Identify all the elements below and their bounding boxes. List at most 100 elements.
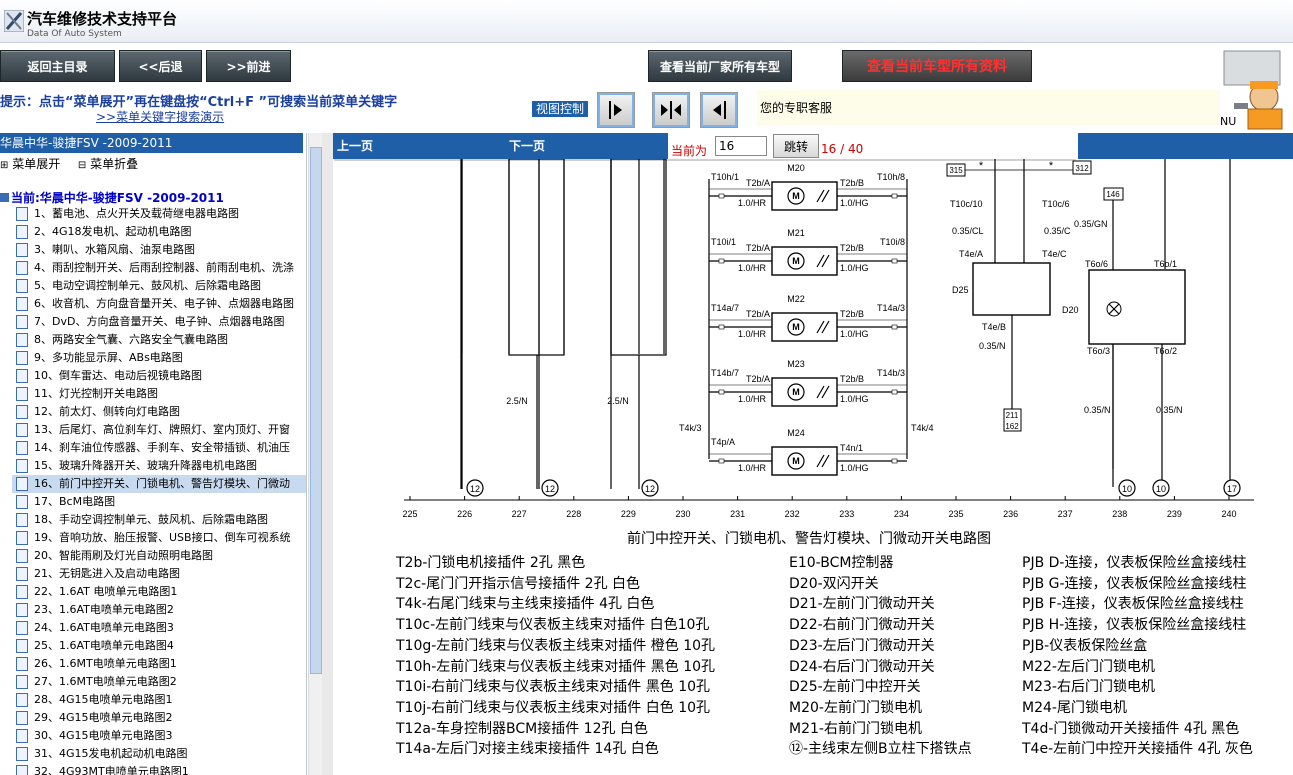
sidebar-item[interactable]: 23、1.6AT电喷单元电路图2 xyxy=(12,601,306,619)
all-models-button[interactable]: 查看当前厂家所有车型 xyxy=(648,50,792,82)
legend-entry: D20-双闪开关 xyxy=(789,575,879,592)
legend-entry: PJB G-连接，仪表板保险丝盒接线柱 xyxy=(1022,575,1247,592)
sidebar-item[interactable]: 15、玻璃升降器开关、玻璃升降器电机电路图 xyxy=(12,457,306,475)
view-control-label: 视图控制 xyxy=(532,101,589,117)
sidebar-item-label: 31、4G15发电机起动机电路图 xyxy=(34,747,188,760)
connector-label: T10c/6 xyxy=(1042,199,1070,209)
next-page-link[interactable]: 下一页 xyxy=(509,137,545,154)
document-icon xyxy=(16,729,28,743)
page-number-input[interactable] xyxy=(715,136,767,156)
wire-label: 1.0/HG xyxy=(840,463,869,473)
sidebar-item[interactable]: 7、DvD、方向盘音量开关、电子钟、点烟器电路图 xyxy=(12,313,306,331)
wire-box xyxy=(508,159,565,356)
connector-label: T14a/7 xyxy=(711,303,739,313)
sidebar-item[interactable]: 22、1.6AT 电喷单元电路图1 xyxy=(12,583,306,601)
sidebar-item[interactable]: 32、4G93MT电喷单元电路图1 xyxy=(12,763,306,775)
motor-symbol: M xyxy=(792,387,800,397)
jump-button[interactable]: 跳转 xyxy=(773,134,819,158)
all-data-button[interactable]: 查看当前车型所有资料 xyxy=(842,50,1032,82)
sidebar-item[interactable]: 17、BcM电路图 xyxy=(12,493,306,511)
sidebar-item[interactable]: 28、4G15电喷单元电路图1 xyxy=(12,691,306,709)
sidebar-item[interactable]: 24、1.6AT电喷单元电路图3 xyxy=(12,619,306,637)
sidebar-item[interactable]: 2、4G18发电机、起动机电路图 xyxy=(12,223,306,241)
search-demo-link[interactable]: >>菜单关键字搜索演示 xyxy=(96,108,224,125)
document-icon xyxy=(16,585,28,599)
sidebar-item[interactable]: 18、手动空调控制单元、鼓风机、后除霜电路图 xyxy=(12,511,306,529)
ground-label: 12 xyxy=(470,484,480,494)
content-left-gutter xyxy=(322,133,333,775)
sidebar-item[interactable]: 20、智能雨刷及灯光自动照明电路图 xyxy=(12,547,306,565)
sidebar-item[interactable]: 29、4G15电喷单元电路图2 xyxy=(12,709,306,727)
sidebar-item[interactable]: 30、4G15电喷单元电路图3 xyxy=(12,727,306,745)
legend-entry: PJB H-连接，仪表板保险丝盒接线柱 xyxy=(1022,617,1247,634)
document-icon xyxy=(16,333,28,347)
sidebar-item[interactable]: 14、刹车油位传感器、手刹车、安全带插锁、机油压 xyxy=(12,439,306,457)
document-icon xyxy=(16,459,28,473)
sidebar-item-label: 20、智能雨刷及灯光自动照明电路图 xyxy=(34,549,213,562)
sidebar-item[interactable]: 1、蓄电池、点火开关及载荷继电器电路图 xyxy=(12,205,306,223)
sidebar-item[interactable]: 25、1.6AT电喷单元电路图4 xyxy=(12,637,306,655)
sidebar-item[interactable]: 31、4G15发电机起动机电路图 xyxy=(12,745,306,763)
document-icon xyxy=(16,621,28,635)
legend-entry: T4k-右尾门线束与主线束接插件 4孔 白色 xyxy=(396,596,655,613)
document-icon xyxy=(16,387,28,401)
legend-entry: T14a-左后门对接主线束接插件 14孔 白色 xyxy=(396,741,659,758)
legend-entry: T2c-尾门门开指示信号接插件 2孔 白色 xyxy=(396,575,641,592)
current-page-label: 当前为 xyxy=(671,144,708,158)
legend-entry: PJB D-连接，仪表板保险丝盒接线柱 xyxy=(1022,555,1247,571)
sidebar-item[interactable]: 5、电动空调控制单元、鼓风机、后除霜电路图 xyxy=(12,277,306,295)
sidebar-item[interactable]: 10、倒车雷达、电动后视镜电路图 xyxy=(12,367,306,385)
column-number: 240 xyxy=(1221,509,1236,519)
view-right-button[interactable] xyxy=(597,92,635,128)
connector-label: 162 xyxy=(1005,422,1019,431)
sidebar-item[interactable]: 6、收音机、方向盘音量开关、电子钟、点烟器电路图 xyxy=(12,295,306,313)
view-left-button[interactable] xyxy=(700,92,738,128)
document-icon xyxy=(16,423,28,437)
service-panel: 您的专职客服 xyxy=(757,90,1220,126)
sidebar-item-label: 27、1.6MT电喷单元电路图2 xyxy=(34,675,177,688)
column-number: 226 xyxy=(457,509,472,519)
sidebar-item[interactable]: 11、灯光控制开关电路图 xyxy=(12,385,306,403)
legend-entry: T4d-门锁微动开关接插件 4孔 黑色 xyxy=(1022,720,1240,737)
ground-label: 12 xyxy=(545,484,555,494)
document-icon xyxy=(16,243,28,257)
back-button[interactable]: <<后退 xyxy=(119,50,202,82)
page-jump-panel: 当前为 跳转 16 / 40 xyxy=(668,133,1078,159)
sidebar-item[interactable]: 12、前太灯、侧转向灯电路图 xyxy=(12,403,306,421)
sidebar-item[interactable]: 27、1.6MT电喷单元电路图2 xyxy=(12,673,306,691)
sidebar-item[interactable]: 16、前门中控开关、门锁电机、警告灯模块、门微动 xyxy=(12,475,306,493)
sidebar-item-label: 10、倒车雷达、电动后视镜电路图 xyxy=(34,369,202,382)
sidebar-item[interactable]: 26、1.6MT电喷单元电路图1 xyxy=(12,655,306,673)
view-center-button[interactable] xyxy=(652,92,690,128)
column-number: 229 xyxy=(621,509,636,519)
component-label: D25 xyxy=(952,285,969,295)
motor-symbol: M xyxy=(792,256,800,266)
connector-label: T14b/7 xyxy=(711,368,739,378)
menu-collapse-link[interactable]: 菜单折叠 xyxy=(90,157,138,171)
motor-symbol: M xyxy=(792,456,800,466)
wire-label: 0.35/N xyxy=(1156,405,1183,415)
sidebar-item[interactable]: 8、两路安全气囊、六路安全气囊电路图 xyxy=(12,331,306,349)
sidebar-item[interactable]: 9、多功能显示屏、ABs电路图 xyxy=(12,349,306,367)
connector-stub xyxy=(891,258,898,264)
sidebar-item[interactable]: 19、音响功放、胎压报警、USB接口、倒车可视系统 xyxy=(12,529,306,547)
sidebar-item[interactable]: 3、喇叭、水箱风扇、油泵电路图 xyxy=(12,241,306,259)
legend-entry: T12a-车身控制器BCM接插件 12孔 白色 xyxy=(396,720,648,737)
sidebar-item[interactable]: 21、无钥匙进入及启动电路图 xyxy=(12,565,306,583)
sidebar-item-label: 1、蓄电池、点火开关及载荷继电器电路图 xyxy=(34,207,239,220)
home-button[interactable]: 返回主目录 xyxy=(0,50,115,82)
column-number: 230 xyxy=(675,509,690,519)
prev-page-link[interactable]: 上一页 xyxy=(337,137,373,154)
legend-entry: PJB-仪表板保险丝盒 xyxy=(1022,637,1148,654)
menu-expand-link[interactable]: 菜单展开 xyxy=(12,157,60,171)
wire-label: 1.0/HR xyxy=(738,463,767,473)
legend-entry: PJB F-连接，仪表板保险丝盒接线柱 xyxy=(1022,596,1244,613)
legend-entry: T2b-门锁电机接插件 2孔 黑色 xyxy=(396,555,586,571)
forward-button[interactable]: >>前进 xyxy=(206,50,291,82)
sidebar-item-label: 25、1.6AT电喷单元电路图4 xyxy=(34,639,174,652)
sidebar-item[interactable]: 4、雨刮控制开关、后雨刮控制器、前雨刮电机、洗涤 xyxy=(12,259,306,277)
wire-label: 1.0/HR xyxy=(738,263,767,273)
sidebar-scroll-thumb[interactable] xyxy=(310,147,322,674)
sidebar-item-label: 3、喇叭、水箱风扇、油泵电路图 xyxy=(34,243,195,256)
sidebar-item[interactable]: 13、后尾灯、高位刹车灯、牌照灯、室内顶灯、开窗 xyxy=(12,421,306,439)
